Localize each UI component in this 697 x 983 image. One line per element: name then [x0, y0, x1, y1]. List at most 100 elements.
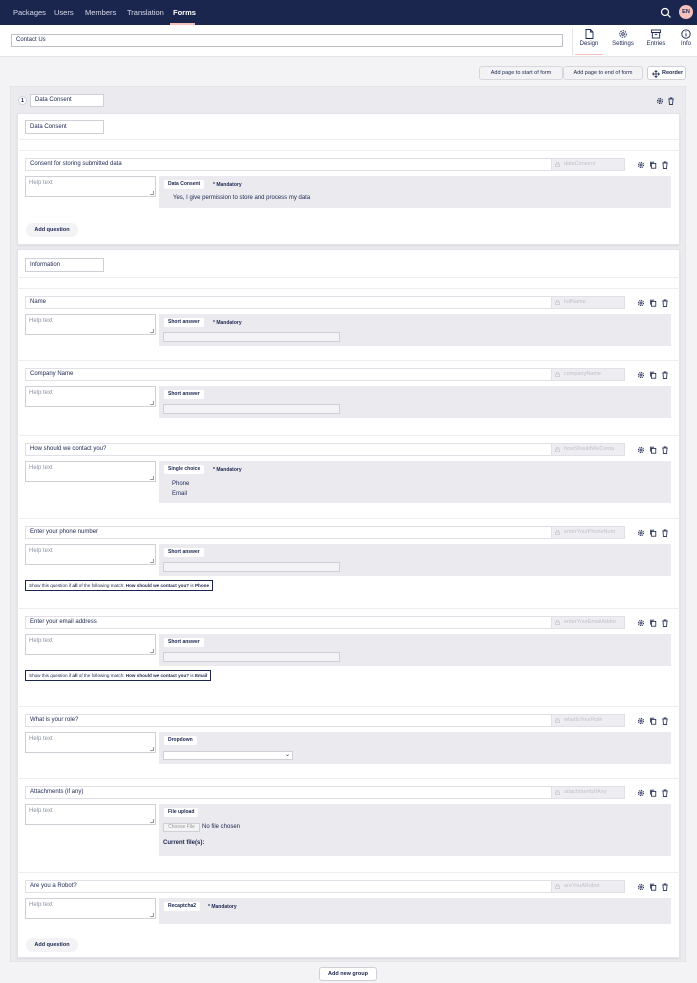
- no-file-text: No file chosen: [202, 824, 241, 830]
- lock-icon: [555, 300, 560, 305]
- resize-handle[interactable]: [150, 559, 154, 563]
- question-title-input[interactable]: Enter your email address: [25, 616, 625, 629]
- settings-icon[interactable]: [637, 717, 645, 725]
- copy-icon[interactable]: [649, 619, 657, 627]
- question-actions: [637, 299, 670, 309]
- help-text-input[interactable]: Help text: [25, 176, 156, 197]
- nav-item-forms[interactable]: Forms: [173, 8, 196, 17]
- question-title-input[interactable]: What is your role?: [25, 714, 625, 727]
- help-text-input[interactable]: Help text: [25, 544, 156, 565]
- help-text-input[interactable]: Help text: [25, 804, 156, 825]
- trash-icon[interactable]: [667, 97, 675, 105]
- trash-icon[interactable]: [661, 529, 669, 537]
- resize-handle[interactable]: [150, 401, 154, 405]
- help-text-placeholder: Help text: [29, 318, 53, 324]
- add-question-button[interactable]: Add question: [26, 223, 78, 237]
- search-icon[interactable]: [660, 7, 672, 19]
- trash-icon[interactable]: [661, 789, 669, 797]
- resize-handle[interactable]: [150, 819, 154, 823]
- help-text-placeholder: Help text: [29, 902, 53, 908]
- trash-icon[interactable]: [661, 883, 669, 891]
- trash-icon[interactable]: [661, 161, 669, 169]
- settings-icon[interactable]: [637, 789, 645, 797]
- copy-icon[interactable]: [649, 883, 657, 891]
- condition-rule-badge[interactable]: Show this question if all of the followi…: [25, 580, 214, 591]
- question-actions: [637, 529, 670, 539]
- question-title-input[interactable]: Attachments (if any): [25, 786, 625, 799]
- nav-item-users[interactable]: Users: [54, 8, 74, 17]
- question-actions: [637, 161, 670, 171]
- question-title-input[interactable]: Company Name: [25, 368, 625, 381]
- copy-icon[interactable]: [649, 789, 657, 797]
- tab-settings[interactable]: Settings: [609, 29, 637, 55]
- question-title-input[interactable]: Are you a Robot?: [25, 880, 625, 893]
- trash-icon[interactable]: [661, 371, 669, 379]
- settings-icon[interactable]: [637, 299, 645, 307]
- question-title-input[interactable]: How should we contact you?: [25, 443, 625, 456]
- resize-handle[interactable]: [150, 747, 154, 751]
- resize-handle[interactable]: [150, 476, 154, 480]
- question-title-input[interactable]: Consent for storing submitted data: [25, 158, 625, 171]
- divider: [17, 139, 680, 140]
- nav-item-members[interactable]: Members: [85, 8, 116, 17]
- help-text-input[interactable]: Help text: [25, 634, 156, 655]
- trash-icon[interactable]: [661, 446, 669, 454]
- settings-icon[interactable]: [637, 529, 645, 537]
- add-page-start-button[interactable]: Add page to start of form: [479, 66, 563, 80]
- nav-item-translation[interactable]: Translation: [127, 8, 164, 17]
- settings-icon[interactable]: [637, 161, 645, 169]
- help-text-input[interactable]: Help text: [25, 461, 156, 482]
- copy-icon[interactable]: [649, 371, 657, 379]
- add-page-end-button[interactable]: Add page to end of form: [563, 66, 643, 80]
- copy-icon[interactable]: [649, 446, 657, 454]
- resize-handle[interactable]: [150, 913, 154, 917]
- help-text-placeholder: Help text: [29, 736, 53, 742]
- section-name-input[interactable]: Information: [25, 258, 104, 272]
- help-text-placeholder: Help text: [29, 638, 53, 644]
- copy-icon[interactable]: [649, 717, 657, 725]
- add-new-group-button[interactable]: Add new group: [319, 967, 377, 981]
- lock-icon: [555, 620, 560, 625]
- move-icon: [652, 70, 660, 78]
- help-text-input[interactable]: Help text: [25, 732, 156, 753]
- resize-handle[interactable]: [150, 649, 154, 653]
- section-name-input[interactable]: Data Consent: [25, 120, 104, 134]
- trash-icon[interactable]: [661, 717, 669, 725]
- tab-entries[interactable]: Entries: [642, 29, 670, 55]
- nav-item-packages[interactable]: Packages: [13, 8, 46, 17]
- copy-icon[interactable]: [649, 299, 657, 307]
- divider: [17, 872, 680, 873]
- tab-info[interactable]: Info: [674, 29, 697, 55]
- settings-icon[interactable]: [637, 883, 645, 891]
- condition-question: How should we contact you?: [125, 583, 190, 588]
- help-text-input[interactable]: Help text: [25, 314, 156, 335]
- add-question-button[interactable]: Add question: [26, 938, 78, 952]
- form-name-input[interactable]: Contact Us: [11, 34, 563, 47]
- trash-icon[interactable]: [661, 619, 669, 627]
- settings-icon[interactable]: [637, 619, 645, 627]
- settings-icon[interactable]: [637, 446, 645, 454]
- question-title-input[interactable]: Enter your phone number: [25, 526, 625, 539]
- divider: [17, 435, 680, 436]
- resize-handle[interactable]: [150, 329, 154, 333]
- resize-handle[interactable]: [150, 191, 154, 195]
- tab-design[interactable]: Design: [575, 29, 603, 55]
- copy-icon[interactable]: [649, 161, 657, 169]
- user-avatar[interactable]: EN: [679, 5, 693, 19]
- help-text-input[interactable]: Help text: [25, 386, 156, 407]
- mandatory-badge: * Mandatory: [213, 320, 242, 326]
- settings-icon[interactable]: [656, 97, 664, 105]
- question-title-input[interactable]: Name: [25, 296, 625, 309]
- reorder-button[interactable]: Reorder: [647, 66, 686, 80]
- trash-icon[interactable]: [661, 299, 669, 307]
- copy-icon[interactable]: [649, 529, 657, 537]
- question-type-badge: Recaptcha2: [164, 902, 201, 911]
- divider: [572, 29, 573, 55]
- top-navigation: Packages Users Members Translation Forms…: [0, 0, 697, 25]
- help-text-input[interactable]: Help text: [25, 898, 156, 919]
- condition-rule-badge[interactable]: Show this question if all of the followi…: [25, 670, 212, 681]
- question-type-badge: File upload: [164, 808, 199, 817]
- settings-icon[interactable]: [637, 371, 645, 379]
- alias-text: companyName: [564, 371, 601, 377]
- page-name-input[interactable]: Data Consent: [30, 94, 104, 107]
